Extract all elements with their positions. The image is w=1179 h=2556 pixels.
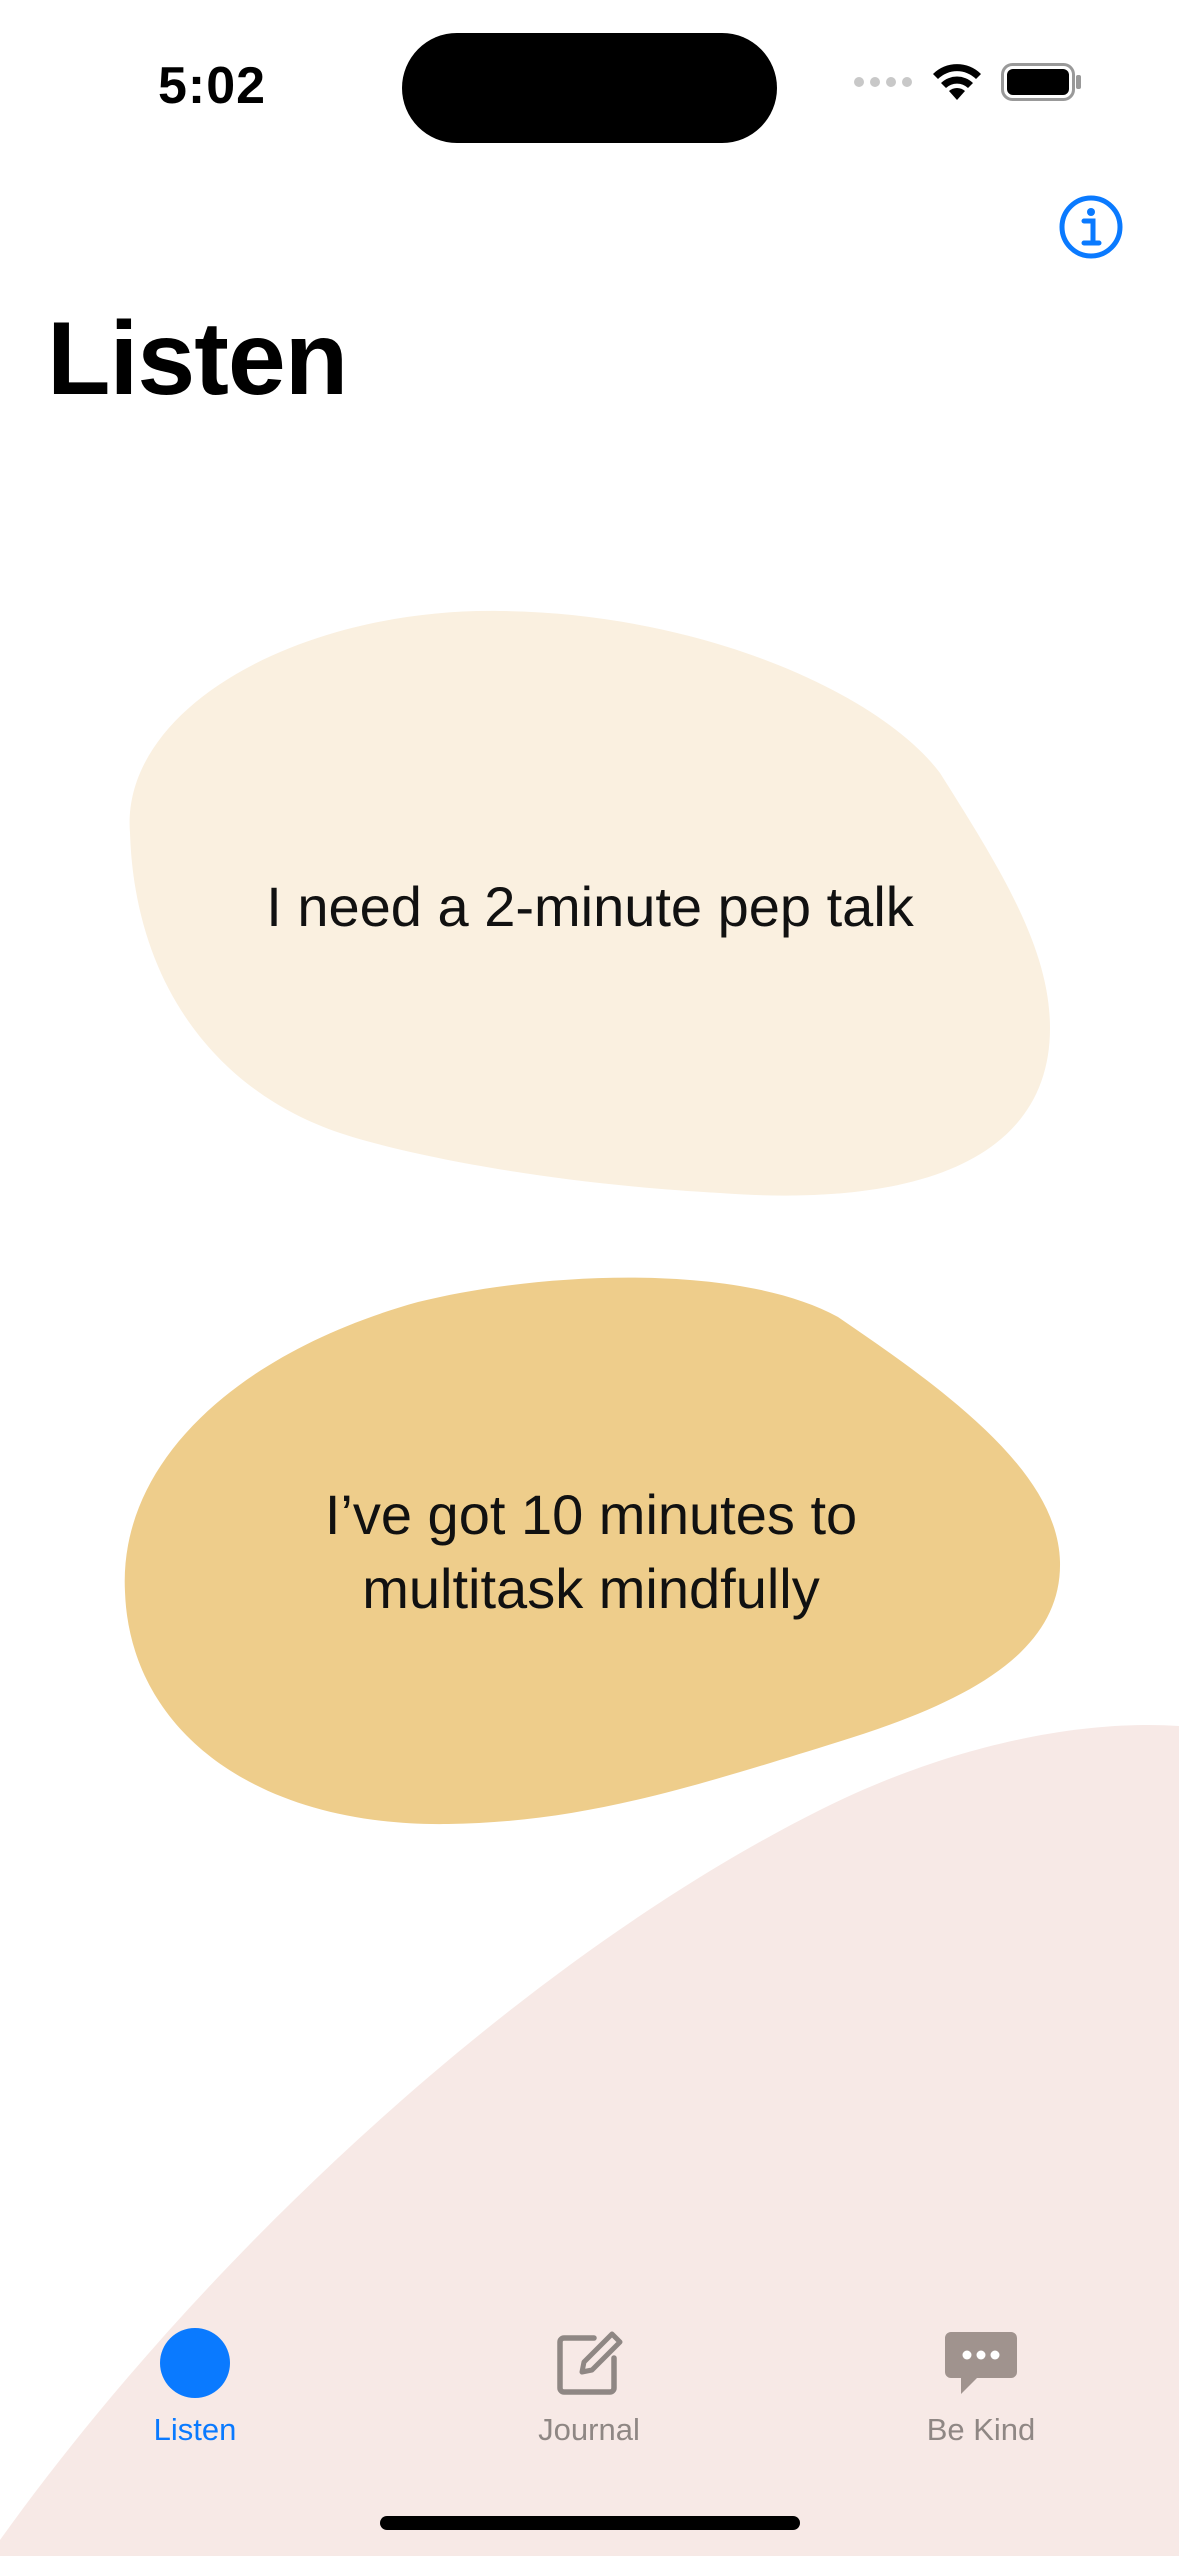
tab-listen-label: Listen [153,2412,237,2447]
tab-listen[interactable]: Listen [95,2310,295,2460]
signal-dots-icon [854,77,912,87]
dynamic-island [402,33,777,143]
tab-journal-label: Journal [538,2412,640,2447]
tab-be-kind[interactable]: Be Kind [881,2310,1081,2460]
tab-journal[interactable]: Journal [489,2310,689,2460]
option-pep-talk[interactable]: I need a 2-minute pep talk [120,608,1060,1198]
compose-icon [557,2331,623,2395]
listen-screen: 5:02 Listen I need a 2-minute pep talk I… [0,0,1179,2556]
speech-bubble-icon [945,2332,1017,2394]
tab-be-kind-label: Be Kind [926,2412,1036,2447]
home-indicator[interactable] [380,2516,800,2530]
option-multitask-label: I’ve got 10 minutes to multitask mindful… [324,1483,858,1620]
status-icons [853,62,1083,102]
wifi-icon [933,64,981,100]
page-title: Listen [47,301,348,417]
tab-bar: Listen Journal Be Kind [0,2310,1179,2470]
battery-icon [1001,63,1081,101]
option-pep-talk-label: I need a 2-minute pep talk [266,875,914,938]
status-time: 5:02 [158,57,267,115]
option-multitask[interactable]: I’ve got 10 minutes to multitask mindful… [118,1272,1064,1828]
info-circle-icon[interactable] [1058,194,1124,260]
blue-circle-icon [160,2328,230,2398]
